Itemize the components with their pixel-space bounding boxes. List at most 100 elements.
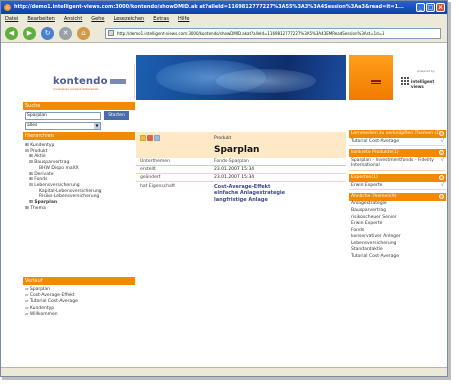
- tree-item-thema[interactable]: ⊞ Thema: [25, 206, 133, 212]
- iv-orange-line: [371, 80, 381, 82]
- similar-topic-item[interactable]: Lebensversicherung: [349, 240, 446, 247]
- similar-topic-item[interactable]: konservativer Anleger: [349, 234, 446, 241]
- property-link[interactable]: langfristige Anlage: [214, 197, 285, 203]
- menu-gehe[interactable]: Gehe: [91, 14, 104, 24]
- intelligent-views-name: intelligent views: [411, 79, 435, 89]
- history-item[interactable]: ▱ Willkommen: [25, 312, 133, 318]
- kontendo-logo-area: kontendo modulares content-datenbank: [23, 64, 135, 99]
- search-scope-value: alles: [27, 123, 38, 128]
- window-controls: _ □ ×: [416, 3, 445, 12]
- bookmark-icon[interactable]: [154, 135, 160, 141]
- logo-bar: [110, 79, 126, 84]
- chevron-down-icon[interactable]: ▼: [94, 123, 100, 129]
- history-item-label: Sparplan: [29, 287, 50, 292]
- subtopics-row: Unterthemen Fonds-Sparplan: [136, 158, 346, 166]
- menu-ansicht[interactable]: Ansicht: [64, 14, 82, 24]
- experts-title: Experten(1): [351, 175, 378, 181]
- expert-label: Erwin Experte: [351, 182, 383, 188]
- stop-icon[interactable]: ✕: [59, 27, 72, 40]
- banner-glow-2: [216, 69, 316, 93]
- similar-topic-item[interactable]: Erwin Experte: [349, 221, 446, 228]
- intelligent-views-logo-icon: [401, 77, 409, 85]
- history-item-label: Tutorial Cost-Average: [29, 299, 78, 305]
- reload-icon[interactable]: ↻: [41, 27, 54, 40]
- kontendo-logo[interactable]: kontendo: [53, 76, 108, 87]
- header-banner-image: [136, 55, 346, 100]
- hierarchy-header: Hierarchien: [23, 132, 135, 140]
- menu-lesezeichen[interactable]: Lesezeichen: [114, 14, 145, 24]
- hierarchy-tree: ⊞ Kundentyp ⊟ Produkt ⊞ Aktie ⊟ Bausparv…: [23, 140, 135, 252]
- search-form: Sparplan Starten alles ▼: [23, 110, 135, 132]
- iv-logo-panel: powered by intelligent views: [393, 55, 445, 100]
- print-icon[interactable]: [147, 135, 153, 141]
- navigation-toolbar: ◀ ▶ ↻ ✕ ⌂ http://demo1.intelligent-views…: [1, 24, 447, 43]
- products-header[interactable]: konkrete Produkte(1): [349, 149, 446, 157]
- similar-topic-item[interactable]: Tutorial Cost-Average: [349, 254, 446, 261]
- browser-window: http://demo1.intelligent-views.com:3000/…: [0, 0, 448, 377]
- experts-header[interactable]: Experten(1): [349, 174, 446, 182]
- iv-orange-line-2: [371, 83, 381, 84]
- page-title: Sparplan: [214, 145, 260, 155]
- topic-tool-icons: [140, 135, 160, 141]
- learning-media-item[interactable]: Tutorial Cost-Average √: [349, 138, 446, 147]
- search-start-button[interactable]: Starten: [104, 111, 129, 120]
- search-input[interactable]: Sparplan: [25, 112, 101, 120]
- title-bar[interactable]: http://demo1.intelligent-views.com:3000/…: [1, 1, 447, 14]
- similar-topics-header[interactable]: Ähnliche Themen(9): [349, 193, 446, 201]
- similar-topic-item[interactable]: Anlagestrategie: [349, 201, 446, 208]
- learning-media-box: Lernmedien zu verknüpften Themen (1) Tut…: [349, 130, 446, 147]
- menu-bar: Datei Bearbeiten Ansicht Gehe Lesezeiche…: [1, 14, 447, 24]
- main-panel: Produkt Sparplan Unterthemen Fonds-Sparp…: [136, 132, 346, 208]
- created-value: 23.01.2007 15:34: [214, 167, 255, 172]
- similar-topic-item[interactable]: risikoscheuer Senior: [349, 214, 446, 221]
- subtopics-link[interactable]: Fonds-Sparplan: [214, 159, 249, 164]
- page-content: kontendo modulares content-datenbank pow…: [1, 44, 447, 376]
- expand-icon[interactable]: [439, 150, 444, 156]
- close-button[interactable]: ×: [436, 3, 445, 12]
- screenshot: http://demo1.intelligent-views.com:3000/…: [0, 0, 459, 385]
- property-row: hat Eigenschaft Cost-Average-Effekt einf…: [136, 182, 346, 208]
- maximize-button[interactable]: □: [426, 3, 435, 12]
- similar-topic-item[interactable]: Fonds: [349, 227, 446, 234]
- subtopics-label: Unterthemen: [140, 159, 170, 164]
- menu-extras[interactable]: Extras: [153, 14, 169, 24]
- similar-topic-item[interactable]: Bausparvertrag: [349, 207, 446, 214]
- expand-icon[interactable]: [439, 175, 444, 181]
- similar-topics-box: Ähnliche Themen(9) Anlagestrategie Bausp…: [349, 193, 446, 261]
- check-icon: √: [440, 137, 444, 144]
- created-row: erstellt 23.01.2007 15:34: [136, 166, 346, 174]
- similar-topics-title: Ähnliche Themen(9): [351, 194, 397, 200]
- edit-icon[interactable]: [140, 135, 146, 141]
- changed-label: geändert: [140, 175, 161, 180]
- back-arrow-icon[interactable]: ◀: [5, 27, 18, 40]
- changed-row: geändert 23.01.2007 15:34: [136, 174, 346, 182]
- address-text: http://demo1.intelligent-views.com:3000/…: [117, 31, 385, 36]
- search-header: Suche: [23, 102, 135, 110]
- minimize-button[interactable]: _: [416, 3, 425, 12]
- learning-media-header[interactable]: Lernmedien zu verknüpften Themen (1): [349, 130, 446, 138]
- page-icon: [108, 30, 114, 36]
- expand-icon[interactable]: [439, 131, 444, 136]
- logo-subtitle: modulares content-datenbank: [53, 87, 99, 91]
- topic-header: Produkt Sparplan: [136, 132, 346, 158]
- powered-by-text: powered by: [417, 69, 435, 73]
- iv-orange-panel: [349, 55, 393, 100]
- address-bar[interactable]: http://demo1.intelligent-views.com:3000/…: [105, 28, 441, 39]
- expand-icon[interactable]: [439, 194, 444, 200]
- home-icon[interactable]: ⌂: [77, 27, 90, 40]
- forward-arrow-icon[interactable]: ▶: [23, 27, 36, 40]
- changed-value: 23.01.2007 15:34: [214, 175, 255, 180]
- similar-topic-item[interactable]: Standardaktie: [349, 247, 446, 254]
- menu-bearbeiten[interactable]: Bearbeiten: [27, 14, 54, 24]
- search-scope-select[interactable]: alles ▼: [25, 122, 101, 130]
- menu-datei[interactable]: Datei: [5, 14, 18, 24]
- firefox-icon: [4, 4, 11, 11]
- history-item-label: Kundentyp: [29, 305, 55, 311]
- expert-item[interactable]: Erwin Experte √: [349, 182, 446, 191]
- right-sidebar: Lernmedien zu verknüpften Themen (1) Tut…: [349, 130, 446, 263]
- history-item-label: Willkommen: [29, 311, 58, 317]
- property-link[interactable]: einfache Anlagestrategie: [214, 190, 285, 196]
- menu-hilfe[interactable]: Hilfe: [178, 14, 189, 24]
- product-item[interactable]: Sparplan - Investmentfonds - Fidelity In…: [349, 157, 446, 172]
